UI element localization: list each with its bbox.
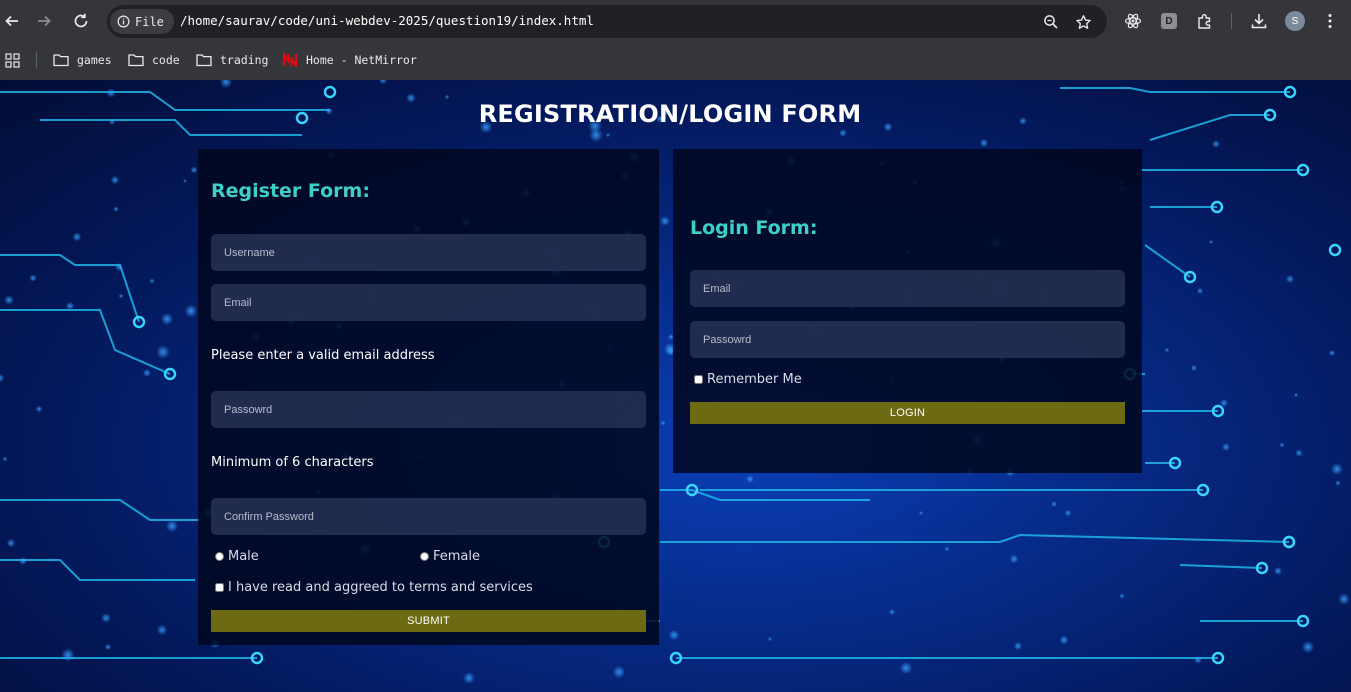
bookmarks-separator bbox=[36, 52, 37, 68]
browser-chrome: File /home/saurav/code/uni-webdev-2025/q… bbox=[0, 0, 1351, 80]
star-icon bbox=[1075, 14, 1091, 29]
gender-male-radio[interactable] bbox=[215, 552, 224, 561]
gender-female-label: Female bbox=[433, 549, 481, 564]
folder-icon bbox=[53, 54, 69, 67]
gender-male-label: Male bbox=[228, 549, 259, 564]
avatar: S bbox=[1285, 11, 1305, 31]
zoom-button[interactable] bbox=[1041, 12, 1061, 32]
reload-button[interactable] bbox=[69, 9, 93, 33]
more-vertical-icon bbox=[1328, 14, 1332, 28]
bookmark-label: trading bbox=[220, 53, 269, 67]
bookmark-star-button[interactable] bbox=[1073, 12, 1093, 32]
remember-me-checkbox[interactable] bbox=[694, 375, 703, 384]
forward-arrow-icon bbox=[38, 15, 51, 27]
folder-icon bbox=[196, 54, 212, 67]
register-panel: Register Form: Please enter a valid emai… bbox=[198, 149, 659, 645]
bookmark-folder-games[interactable]: games bbox=[53, 51, 112, 69]
bookmark-label: games bbox=[77, 53, 112, 67]
page-title: REGISTRATION/LOGIN FORM bbox=[478, 100, 862, 128]
file-label: File bbox=[135, 14, 164, 29]
bookmarks-bar: games code trading Home - NetMirror bbox=[0, 44, 1351, 74]
atom-icon bbox=[1124, 13, 1142, 29]
bookmark-folder-trading[interactable]: trading bbox=[196, 51, 268, 69]
react-devtools-button[interactable] bbox=[1122, 10, 1144, 32]
gender-female-radio[interactable] bbox=[420, 552, 429, 561]
url-text[interactable]: /home/saurav/code/uni-webdev-2025/questi… bbox=[180, 13, 594, 28]
gender-female-option[interactable]: Female bbox=[420, 549, 480, 564]
apps-grid-icon bbox=[5, 52, 20, 68]
bookmark-folder-code[interactable]: code bbox=[128, 51, 180, 69]
site-info-chip[interactable]: File bbox=[110, 9, 174, 34]
login-email-input[interactable] bbox=[690, 270, 1125, 307]
reload-icon bbox=[74, 13, 88, 28]
info-icon bbox=[117, 15, 130, 28]
downloads-button[interactable] bbox=[1248, 10, 1270, 32]
login-panel: Login Form: Remember Me LOGIN bbox=[673, 149, 1142, 473]
login-password-input[interactable] bbox=[690, 321, 1125, 358]
submit-button[interactable]: SUBMIT bbox=[211, 610, 646, 632]
folder-icon bbox=[128, 54, 144, 67]
terms-checkbox[interactable] bbox=[215, 583, 224, 592]
register-heading: Register Form: bbox=[211, 180, 370, 202]
register-email-input[interactable] bbox=[211, 284, 646, 321]
zoom-icon bbox=[1044, 15, 1058, 29]
terms-label: I have read and aggreed to terms and ser… bbox=[228, 580, 533, 595]
toolbar-separator bbox=[1231, 13, 1232, 29]
remember-me-option[interactable]: Remember Me bbox=[694, 372, 802, 387]
password-hint: Minimum of 6 characters bbox=[211, 455, 374, 470]
forward-button[interactable] bbox=[32, 9, 56, 33]
username-input[interactable] bbox=[211, 234, 646, 271]
extensions-button[interactable] bbox=[1194, 10, 1216, 32]
terms-option[interactable]: I have read and aggreed to terms and ser… bbox=[215, 580, 533, 595]
gender-male-option[interactable]: Male bbox=[215, 549, 259, 564]
menu-button[interactable] bbox=[1319, 10, 1341, 32]
browser-toolbar: File /home/saurav/code/uni-webdev-2025/q… bbox=[0, 0, 1351, 42]
profile-button[interactable]: S bbox=[1284, 10, 1306, 32]
extension-d-icon: D bbox=[1161, 13, 1177, 29]
address-bar[interactable]: File /home/saurav/code/uni-webdev-2025/q… bbox=[107, 5, 1107, 38]
login-heading: Login Form: bbox=[690, 217, 818, 239]
bookmark-netmirror[interactable]: Home - NetMirror bbox=[282, 51, 417, 69]
back-arrow-icon bbox=[5, 15, 18, 27]
email-hint: Please enter a valid email address bbox=[211, 348, 435, 363]
extension-d-button[interactable]: D bbox=[1158, 10, 1180, 32]
puzzle-icon bbox=[1198, 14, 1211, 29]
back-button[interactable] bbox=[0, 9, 24, 33]
remember-me-label: Remember Me bbox=[707, 372, 802, 387]
login-button[interactable]: LOGIN bbox=[690, 402, 1125, 424]
download-icon bbox=[1251, 14, 1267, 29]
page-viewport: REGISTRATION/LOGIN FORM Register Form: P… bbox=[0, 80, 1351, 692]
bookmark-label: Home - NetMirror bbox=[306, 53, 417, 67]
netmirror-logo-icon bbox=[282, 52, 298, 68]
apps-button[interactable] bbox=[5, 51, 20, 69]
bookmark-label: code bbox=[152, 53, 180, 67]
confirm-password-input[interactable] bbox=[211, 498, 646, 535]
register-password-input[interactable] bbox=[211, 391, 646, 428]
